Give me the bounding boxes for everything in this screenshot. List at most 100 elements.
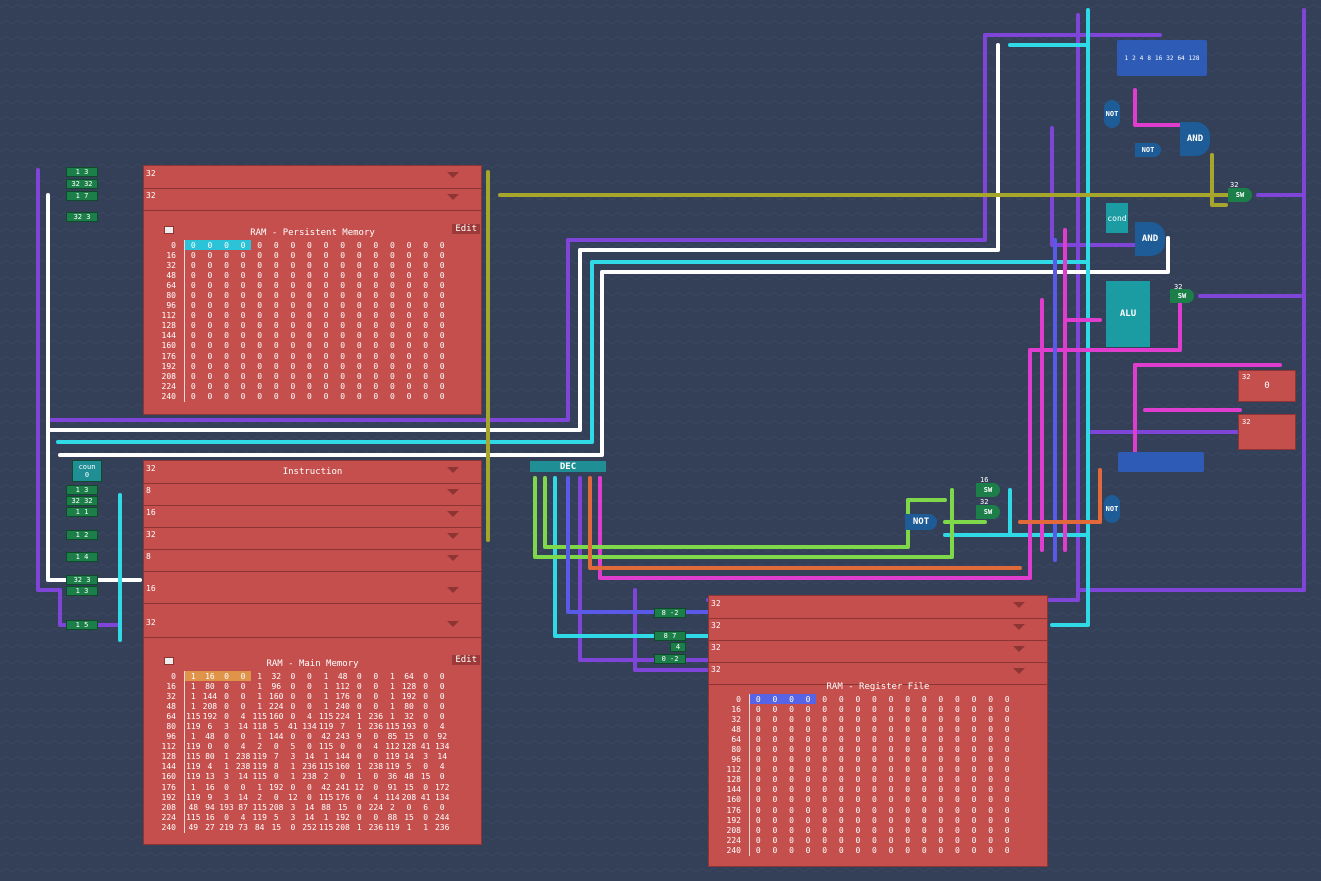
- memory-cell: 0: [799, 694, 817, 705]
- constant-input[interactable]: 1 3: [66, 485, 98, 495]
- memory-cell: 0: [406, 260, 412, 270]
- bit-combiner[interactable]: [1118, 452, 1204, 472]
- memory-cell: 0: [356, 270, 362, 280]
- switch[interactable]: SW: [976, 483, 1000, 497]
- constant-input[interactable]: 8 -2: [654, 608, 686, 618]
- port-arrow-icon: [447, 194, 459, 200]
- memory-cell: 192: [269, 782, 284, 792]
- memory-cell: 0: [390, 371, 395, 381]
- ram-port-5[interactable]: 8: [144, 549, 481, 572]
- edit-button[interactable]: Edit: [452, 655, 480, 665]
- memory-cell: 0: [439, 381, 445, 391]
- constant-input[interactable]: 32 32: [66, 496, 98, 506]
- condition-unit[interactable]: cond: [1106, 203, 1128, 233]
- not-gate[interactable]: NOT: [1104, 495, 1120, 523]
- memory-cell: 0: [838, 845, 844, 855]
- constant-input[interactable]: 1 7: [66, 191, 98, 201]
- switch[interactable]: SW: [976, 505, 1000, 519]
- memory-cell: 0: [905, 755, 911, 765]
- ram-title: RAM - Persistent Memory: [250, 228, 375, 238]
- edit-button[interactable]: Edit: [452, 224, 480, 234]
- bit-splitter[interactable]: 1 2 4 8 16 32 64 128: [1117, 40, 1207, 76]
- memory-cell: 119: [252, 812, 267, 822]
- decoder[interactable]: DEC: [530, 461, 606, 472]
- alu[interactable]: ALU: [1106, 281, 1150, 347]
- switch-width-label: 16: [980, 476, 989, 484]
- ram-port-7[interactable]: 32: [144, 615, 481, 638]
- counter[interactable]: coun 0: [72, 460, 102, 482]
- memory-cell: 0: [224, 270, 229, 280]
- ram-main-memory[interactable]: 32 Instruction 8 16 32 8 16 32 RAM - Main…: [143, 460, 482, 845]
- memory-cell: 0: [789, 775, 794, 785]
- not-gate[interactable]: NOT: [905, 514, 937, 530]
- memory-cell: 115: [318, 742, 334, 752]
- memory-cell: 0: [356, 361, 362, 371]
- memory-cell: 0: [1004, 845, 1010, 855]
- constant-input[interactable]: 1 3: [66, 167, 98, 177]
- memory-cell: 0: [190, 250, 196, 260]
- ram-port-1[interactable]: 32: [144, 166, 481, 189]
- constant-input[interactable]: 32 3: [66, 575, 98, 585]
- not-gate[interactable]: NOT: [1135, 143, 1161, 157]
- constant-input[interactable]: 4: [670, 642, 686, 652]
- memory-cell: 119: [186, 762, 201, 772]
- memory-cell: 0: [240, 321, 246, 331]
- memory-cell: 4: [439, 722, 445, 732]
- constant-input[interactable]: 1 2: [66, 530, 98, 540]
- memory-row: 144 0 0 0 0 0 0 0 0 0 0 0 0 0 0 0 0: [152, 330, 451, 341]
- constant-input[interactable]: 1 3: [66, 586, 98, 596]
- and-gate[interactable]: AND: [1135, 222, 1165, 256]
- memory-row: 192 0 0 0 0 0 0 0 0 0 0 0 0 0 0 0 0: [717, 815, 1016, 826]
- ram-port-2[interactable]: 32: [709, 618, 1047, 641]
- memory-cell: 0: [307, 321, 312, 331]
- memory-row: 128 115 80 1 238 119 7 3 14 1 144 0 0 119 14 3 14: [152, 751, 451, 762]
- constant-input[interactable]: 1 5: [66, 620, 98, 630]
- constant-input[interactable]: 32 3: [66, 212, 98, 222]
- switch[interactable]: SW: [1170, 289, 1194, 303]
- memory-cell: 1: [190, 691, 196, 701]
- instruction-port[interactable]: 32 Instruction: [144, 461, 481, 484]
- memory-cell: 0: [307, 291, 312, 301]
- constant-input[interactable]: 1 1: [66, 507, 98, 517]
- ram-port-4[interactable]: 32: [144, 527, 481, 550]
- not-gate[interactable]: NOT: [1104, 100, 1120, 128]
- memory-cell: 0: [224, 331, 229, 341]
- memory-cell: 0: [340, 381, 346, 391]
- memory-cell: 0: [805, 795, 811, 805]
- memory-address: 176: [717, 805, 750, 816]
- ram-port-2[interactable]: 32: [144, 188, 481, 211]
- constant-input[interactable]: 0 -2: [654, 654, 686, 664]
- constant-input[interactable]: 1 4: [66, 552, 98, 562]
- memory-cell: 0: [822, 835, 828, 845]
- ram-port-1[interactable]: 32: [709, 596, 1047, 619]
- memory-cell: 0: [822, 755, 828, 765]
- memory-cell: 12: [354, 782, 365, 792]
- memory-cell: 0: [207, 351, 213, 361]
- constant-input[interactable]: 32 32: [66, 179, 98, 189]
- memory-cell: 0: [938, 815, 944, 825]
- memory-row: 80 0 0 0 0 0 0 0 0 0 0 0 0 0 0 0 0: [152, 290, 451, 301]
- ram-port-6[interactable]: 16: [144, 581, 481, 604]
- ram-port-2[interactable]: 8: [144, 483, 481, 506]
- memory-cell: 0: [423, 371, 429, 381]
- memory-cell: 0: [888, 775, 894, 785]
- constant-input[interactable]: 8 7: [654, 631, 686, 641]
- memory-cell: 0: [838, 714, 844, 724]
- ram-register-file[interactable]: 32 32 32 32 RAM - Register File 00000000…: [708, 595, 1048, 867]
- switch[interactable]: SW: [1228, 188, 1252, 202]
- memory-cell: 0: [356, 701, 362, 711]
- memory-cell: 0: [1004, 835, 1010, 845]
- memory-cell: 0: [805, 714, 811, 724]
- memory-cell: 0: [273, 270, 279, 280]
- ram-port-3[interactable]: 32: [709, 640, 1047, 663]
- memory-cell: 0: [423, 250, 429, 260]
- memory-cell: 0: [423, 701, 429, 711]
- and-gate[interactable]: AND: [1180, 122, 1210, 156]
- bit-label: 16: [1154, 54, 1163, 62]
- memory-cell: 0: [373, 321, 379, 331]
- ram-persistent-memory[interactable]: 32 32 RAM - Persistent Memory Edit 00000…: [143, 165, 482, 415]
- memory-cell: 0: [755, 825, 761, 835]
- memory-cell: 0: [273, 291, 279, 301]
- ram-port-3[interactable]: 16: [144, 505, 481, 528]
- memory-cell: 0: [838, 694, 844, 704]
